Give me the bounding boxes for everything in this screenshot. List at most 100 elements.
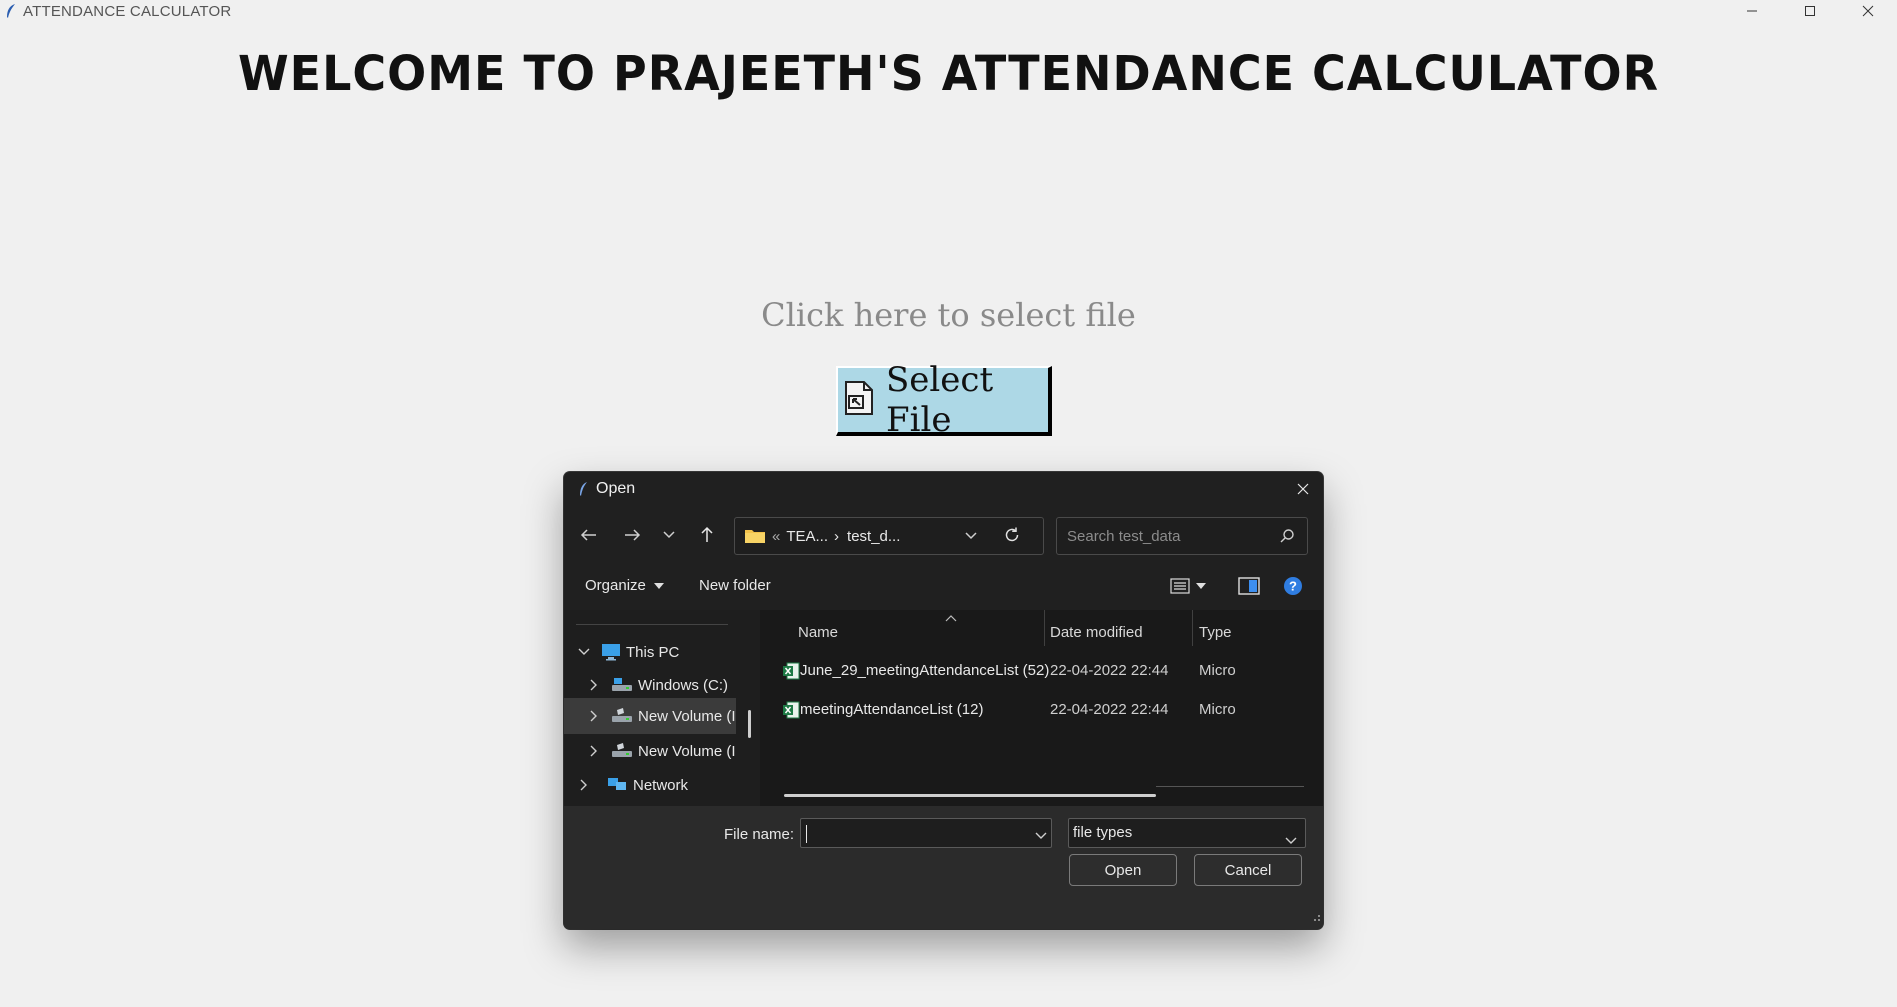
tree-item-label: Windows (C:) xyxy=(638,676,729,694)
column-divider[interactable] xyxy=(1044,610,1045,646)
new-folder-button[interactable]: New folder xyxy=(699,577,771,594)
tree-item-windows-c[interactable]: Windows (C:) xyxy=(564,668,736,702)
file-name: meetingAttendanceList (12) xyxy=(800,701,984,718)
up-button[interactable] xyxy=(694,524,720,546)
back-button[interactable] xyxy=(576,524,602,546)
svg-text:?: ? xyxy=(1289,579,1297,594)
tree-divider xyxy=(576,624,728,625)
dialog-close-button[interactable] xyxy=(1291,477,1315,501)
breadcrumb-segment[interactable]: TEA... xyxy=(786,528,828,545)
file-list: Name Date modified Type June_29_meetingA… xyxy=(760,610,1323,806)
chevron-down-icon[interactable] xyxy=(1035,827,1047,845)
drive-icon xyxy=(611,708,633,724)
tree-item-label: This PC xyxy=(626,643,680,661)
arrow-left-icon xyxy=(580,529,596,541)
feather-icon xyxy=(578,481,588,497)
arrow-up-icon xyxy=(701,526,713,542)
tree-item-new-volume-1[interactable]: New Volume (I xyxy=(564,698,736,734)
file-type: Micro xyxy=(1199,701,1236,718)
column-divider[interactable] xyxy=(1192,610,1193,646)
page-title: WELCOME TO PRAJEETH'S ATTENDANCE CALCULA… xyxy=(237,44,1660,102)
column-header-type[interactable]: Type xyxy=(1199,624,1232,641)
window-title: ATTENDANCE CALCULATOR xyxy=(23,2,232,20)
arrow-right-icon xyxy=(625,529,641,541)
recent-locations-button[interactable] xyxy=(656,524,682,546)
file-select-icon xyxy=(838,378,878,422)
chevron-right-icon xyxy=(587,679,601,691)
maximize-button[interactable] xyxy=(1781,0,1839,22)
tree-scrollbar[interactable] xyxy=(748,710,751,738)
network-icon xyxy=(606,777,628,793)
select-file-prompt: Click here to select file xyxy=(761,296,1136,334)
tree-item-label: New Volume (I xyxy=(638,742,736,760)
file-type-value: file types xyxy=(1073,824,1133,841)
file-row[interactable]: meetingAttendanceList (12) 22-04-2022 22… xyxy=(760,695,1323,725)
file-name-label: File name: xyxy=(724,826,795,843)
refresh-icon xyxy=(1005,527,1019,542)
dialog-title: Open xyxy=(596,480,636,497)
navigation-pane: This PC Windows (C:) New Volume (I New V… xyxy=(564,610,760,806)
chevron-down-icon xyxy=(1285,827,1297,855)
excel-file-icon xyxy=(782,662,800,685)
minimize-icon xyxy=(1747,10,1757,12)
tree-item-label: New Volume (I xyxy=(638,707,736,725)
column-header-date[interactable]: Date modified xyxy=(1050,624,1143,641)
close-button[interactable] xyxy=(1839,0,1897,22)
chevron-right-icon xyxy=(577,779,591,791)
list-view-icon xyxy=(1170,578,1190,594)
breadcrumb-segment[interactable]: test_d... xyxy=(847,528,900,545)
help-icon: ? xyxy=(1284,577,1302,595)
drive-icon xyxy=(611,743,633,759)
feather-icon xyxy=(2,2,20,20)
cancel-button[interactable]: Cancel xyxy=(1194,854,1302,886)
file-date: 22-04-2022 22:44 xyxy=(1050,662,1169,679)
preview-pane-button[interactable] xyxy=(1238,577,1260,595)
address-history-button[interactable] xyxy=(965,532,977,540)
excel-file-icon xyxy=(782,701,800,724)
text-cursor xyxy=(806,825,807,843)
file-date: 22-04-2022 22:44 xyxy=(1050,701,1169,718)
minimize-button[interactable] xyxy=(1723,0,1781,22)
scroll-track xyxy=(1156,786,1304,787)
file-row[interactable]: June_29_meetingAttendanceList (52) 22-04… xyxy=(760,656,1323,686)
chevron-down-icon xyxy=(965,532,977,540)
chevron-down-icon xyxy=(663,531,675,539)
breadcrumb-overflow[interactable]: « xyxy=(772,528,780,545)
horizontal-scrollbar[interactable] xyxy=(784,794,1156,797)
search-input[interactable]: Search test_data xyxy=(1056,517,1308,555)
dialog-titlebar: Open xyxy=(564,472,1323,506)
monitor-icon xyxy=(601,643,621,661)
file-type: Micro xyxy=(1199,662,1236,679)
drive-icon xyxy=(611,677,633,693)
breadcrumb-separator: › xyxy=(834,527,840,545)
tree-item-this-pc[interactable]: This PC xyxy=(564,635,736,669)
help-button[interactable]: ? xyxy=(1283,576,1303,596)
select-file-button[interactable]: Select File xyxy=(836,360,1052,440)
refresh-button[interactable] xyxy=(1003,526,1021,544)
open-button[interactable]: Open xyxy=(1069,854,1177,886)
view-options-button[interactable] xyxy=(1170,578,1206,594)
navigation-bar: « TEA... › test_d... Search test_data xyxy=(564,506,1323,562)
window-titlebar: ATTENDANCE CALCULATOR xyxy=(0,0,1897,22)
close-icon xyxy=(1297,483,1309,495)
column-header-name[interactable]: Name xyxy=(798,624,838,641)
tree-item-network[interactable]: Network xyxy=(564,768,736,802)
chevron-right-icon xyxy=(587,745,601,757)
file-name: June_29_meetingAttendanceList (52) xyxy=(800,662,1050,679)
close-icon xyxy=(1862,5,1874,17)
tree-item-new-volume-2[interactable]: New Volume (I xyxy=(564,734,736,768)
search-icon xyxy=(1279,528,1295,548)
address-bar[interactable]: « TEA... › test_d... xyxy=(734,517,1044,555)
select-file-label: Select File xyxy=(886,360,994,440)
organize-menu[interactable]: Organize xyxy=(585,577,665,594)
search-placeholder: Search test_data xyxy=(1067,527,1181,545)
chevron-down-icon xyxy=(577,648,591,656)
caret-down-icon xyxy=(654,583,665,590)
file-name-input[interactable] xyxy=(800,818,1052,848)
forward-button[interactable] xyxy=(619,524,645,546)
chevron-right-icon xyxy=(587,710,601,722)
dialog-footer: File name: file types Open Cancel xyxy=(564,806,1323,929)
file-type-select[interactable]: file types xyxy=(1068,818,1306,848)
folder-icon xyxy=(744,528,766,544)
resize-grip-icon[interactable] xyxy=(1311,909,1321,927)
